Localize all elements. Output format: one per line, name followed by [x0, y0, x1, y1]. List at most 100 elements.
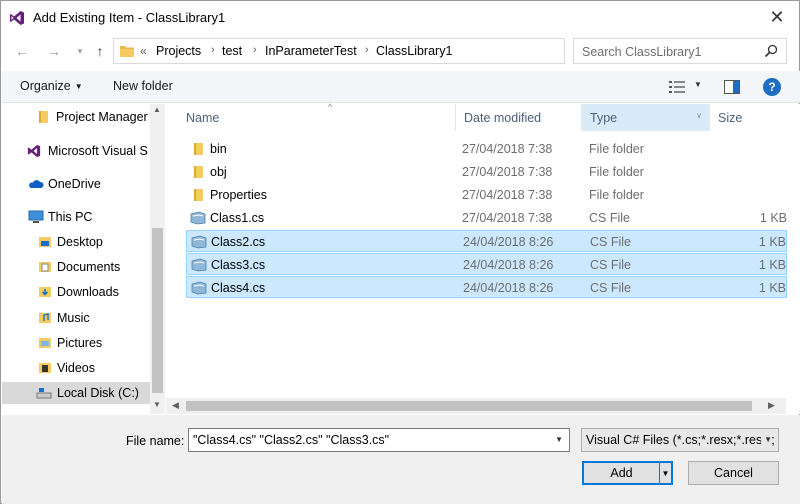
table-row[interactable]: obj 27/04/2018 7:38 File folder	[186, 161, 787, 183]
add-button-label[interactable]: Add	[584, 463, 659, 483]
scrollbar-thumb[interactable]	[152, 228, 163, 393]
scrollbar-thumb[interactable]	[186, 401, 752, 411]
column-header-label: Size	[718, 111, 743, 125]
file-list: Name ^ Date modified Type ∨ Size bin 27/0…	[166, 102, 800, 414]
desktop-folder-icon	[39, 237, 51, 247]
add-button[interactable]: Add ▼	[582, 461, 673, 485]
file-size: 1 KB	[758, 258, 786, 272]
file-name-label: File name:	[126, 434, 185, 448]
breadcrumb-inparametertest[interactable]: InParameterTest	[265, 44, 357, 58]
help-icon[interactable]: ?	[763, 78, 781, 96]
navigation-scrollbar[interactable]: ▲ ▼	[150, 104, 165, 414]
up-button[interactable]: ↑	[91, 42, 109, 60]
file-date-modified: 24/04/2018 8:26	[463, 281, 554, 295]
column-header-label: Type	[590, 111, 618, 125]
table-row[interactable]: Class1.cs 27/04/2018 7:38 CS File 1 KB	[186, 207, 787, 229]
scroll-left-icon[interactable]: ◀	[172, 400, 179, 411]
table-row[interactable]: Class2.cs 24/04/2018 8:26 CS File 1 KB	[186, 230, 787, 252]
caret-down-icon[interactable]: ▼	[694, 80, 702, 89]
folder-icon	[194, 189, 203, 201]
nav-item-microsoft-visual-studio[interactable]: Microsoft Visual S	[2, 140, 150, 162]
column-header-type[interactable]: Type ∨	[582, 104, 710, 131]
nav-item-label: Desktop	[57, 235, 103, 249]
visual-studio-icon	[10, 11, 24, 25]
organize-label: Organize	[20, 79, 71, 93]
file-name-input[interactable]: "Class4.cs" "Class2.cs" "Class3.cs" ▼	[188, 428, 570, 452]
file-type-filter[interactable]: Visual C# Files (*.cs;*.resx;*.resw; ▼	[581, 428, 779, 452]
breadcrumb-test[interactable]: test	[222, 44, 242, 58]
help-label: ?	[768, 80, 776, 94]
table-row[interactable]: Class4.cs 24/04/2018 8:26 CS File 1 KB	[186, 276, 787, 298]
scroll-right-icon[interactable]: ▶	[768, 400, 775, 411]
column-header-label: Date modified	[464, 111, 542, 125]
nav-item-desktop[interactable]: Desktop	[2, 231, 150, 253]
file-type: File folder	[589, 165, 644, 179]
file-type: CS File	[590, 235, 631, 249]
cancel-button[interactable]: Cancel	[688, 461, 779, 485]
arrow-left-icon: ←	[15, 43, 29, 59]
organize-button[interactable]: Organize ▼	[20, 79, 83, 93]
column-header-size[interactable]: Size	[710, 104, 800, 131]
cs-file-icon	[191, 258, 207, 272]
nav-item-this-pc[interactable]: This PC	[2, 206, 150, 228]
new-folder-button[interactable]: New folder	[113, 79, 173, 93]
horizontal-scrollbar[interactable]: ◀ ▶	[166, 398, 786, 414]
nav-item-local-disk[interactable]: Local Disk (C:)	[2, 382, 150, 404]
chevron-down-icon[interactable]: ▼	[555, 435, 563, 444]
scroll-up-icon[interactable]: ▲	[153, 105, 161, 114]
address-bar[interactable]: « Projects › test › InParameterTest › Cl…	[113, 38, 669, 64]
preview-pane-icon[interactable]	[724, 80, 740, 94]
arrow-right-icon: →	[47, 43, 61, 59]
table-row[interactable]: bin 27/04/2018 7:38 File folder	[186, 138, 787, 160]
nav-item-onedrive[interactable]: OneDrive	[2, 173, 150, 195]
close-button[interactable]: ✕	[767, 7, 787, 27]
folder-icon	[194, 166, 203, 178]
file-size: 1 KB	[758, 281, 786, 295]
caret-down-icon[interactable]: ▼	[659, 463, 671, 483]
file-type: File folder	[589, 188, 644, 202]
onedrive-icon	[29, 180, 44, 188]
nav-item-label: This PC	[48, 210, 93, 224]
column-header-name[interactable]: Name ^	[178, 102, 456, 131]
file-name-value: "Class4.cs" "Class2.cs" "Class3.cs"	[193, 433, 390, 447]
chevron-down-icon[interactable]: ∨	[696, 111, 702, 120]
file-type: File folder	[589, 142, 644, 156]
nav-item-videos[interactable]: Videos	[2, 357, 150, 379]
file-date-modified: 24/04/2018 8:26	[463, 235, 554, 249]
view-options-icon[interactable]	[669, 80, 685, 94]
breadcrumb-projects[interactable]: Projects	[156, 44, 201, 58]
search-placeholder: Search ClassLibrary1	[582, 45, 702, 59]
address-overflow[interactable]: «	[140, 44, 147, 58]
title-bar: Add Existing Item - ClassLibrary1 ✕	[1, 1, 799, 33]
column-header-date[interactable]: Date modified	[456, 104, 582, 131]
file-date-modified: 27/04/2018 7:38	[462, 165, 553, 179]
nav-item-label: Documents	[57, 260, 121, 274]
chevron-right-icon[interactable]: ›	[365, 44, 369, 56]
breadcrumb-classlibrary1[interactable]: ClassLibrary1	[376, 44, 452, 58]
nav-item-pictures[interactable]: Pictures	[2, 332, 150, 354]
disk-icon	[36, 388, 52, 399]
file-type-filter-value: Visual C# Files (*.cs;*.resx;*.resw;	[586, 433, 775, 447]
file-size: 1 KB	[759, 211, 787, 225]
file-name: Properties	[210, 188, 267, 202]
window-title: Add Existing Item - ClassLibrary1	[33, 10, 226, 25]
close-icon: ✕	[769, 6, 785, 27]
chevron-right-icon[interactable]: ›	[211, 44, 215, 56]
file-name: Class4.cs	[211, 281, 266, 295]
file-date-modified: 27/04/2018 7:38	[462, 188, 553, 202]
table-row[interactable]: Properties 27/04/2018 7:38 File folder	[186, 184, 787, 206]
chevron-down-icon[interactable]: ▼	[761, 435, 772, 444]
back-button[interactable]: ←	[13, 42, 31, 60]
nav-item-downloads[interactable]: Downloads	[2, 281, 150, 303]
nav-item-music[interactable]: Music	[2, 307, 150, 329]
forward-button[interactable]: →	[45, 42, 63, 60]
nav-item-documents[interactable]: Documents	[2, 256, 150, 278]
table-row[interactable]: Class3.cs 24/04/2018 8:26 CS File 1 KB	[186, 253, 787, 275]
recent-locations-button[interactable]: ▾	[71, 42, 89, 60]
search-box[interactable]: Search ClassLibrary1	[573, 38, 787, 64]
nav-item-project-manager[interactable]: Project Manager	[2, 106, 150, 128]
chevron-right-icon[interactable]: ›	[253, 44, 257, 56]
file-name: Class1.cs	[210, 211, 265, 225]
scroll-down-icon[interactable]: ▼	[153, 400, 161, 409]
dialog-footer: File name: "Class4.cs" "Class2.cs" "Clas…	[2, 415, 800, 504]
